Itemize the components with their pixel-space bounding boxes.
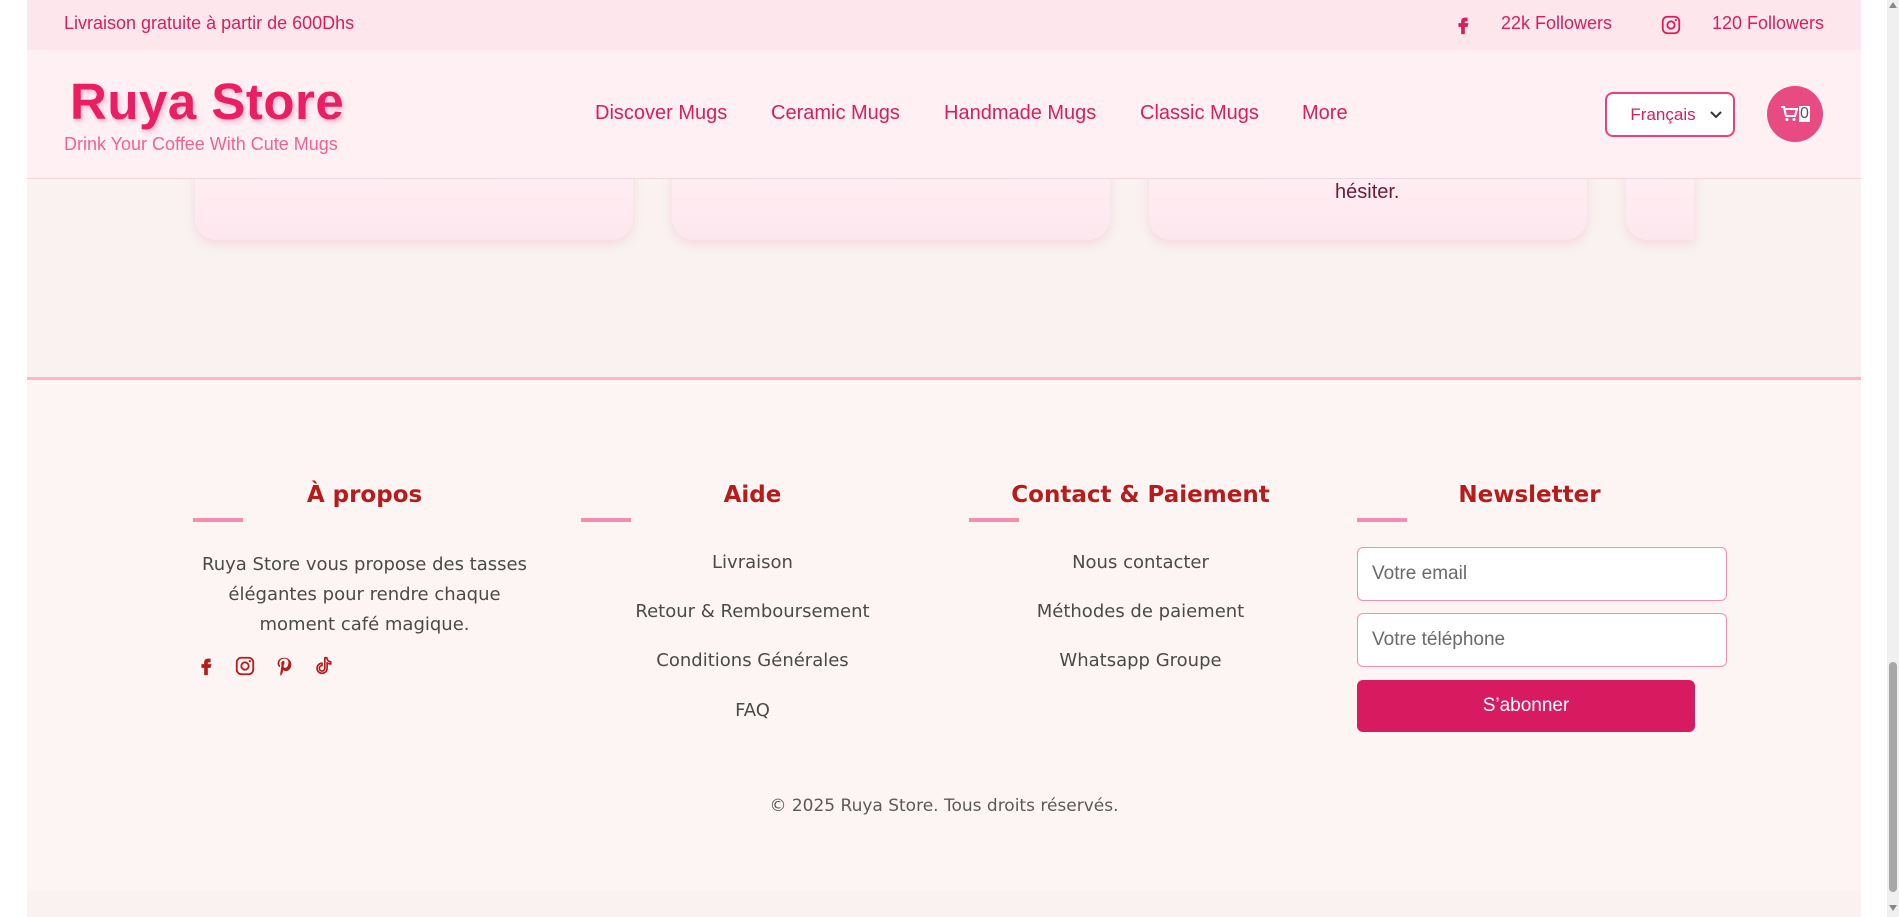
contact-title: Contact & Paiement: [1011, 482, 1270, 508]
cart-button[interactable]: 0: [1767, 86, 1823, 142]
page-right-margin: [1861, 0, 1887, 917]
pinterest-icon[interactable]: [273, 655, 295, 677]
nav-classic-mugs[interactable]: Classic Mugs: [1140, 102, 1259, 125]
nav-more[interactable]: More: [1302, 102, 1348, 125]
facebook-followers[interactable]: 22k Followers: [1501, 13, 1612, 34]
link-faq[interactable]: FAQ: [580, 700, 925, 721]
subscribe-button[interactable]: S’abonner: [1357, 680, 1695, 732]
language-selected: Français: [1630, 104, 1696, 124]
link-whatsapp-groupe[interactable]: Whatsapp Groupe: [968, 650, 1313, 671]
title-accent-bar: [581, 518, 631, 522]
card-text: hésiter.: [1335, 181, 1400, 203]
logo-tagline: Drink Your Coffee With Cute Mugs: [64, 134, 338, 154]
tiktok-icon[interactable]: [312, 655, 334, 677]
logo-title[interactable]: Ruya Store: [70, 72, 344, 131]
scroll-down-arrow-icon[interactable]: [1889, 905, 1897, 911]
about-title: À propos: [306, 482, 423, 508]
phone-field[interactable]: Votre téléphone: [1357, 613, 1727, 667]
chevron-down-icon: [1710, 111, 1722, 119]
site-footer: À propos Ruya Store vous propose des tas…: [27, 380, 1861, 891]
scroll-up-arrow-icon[interactable]: [1889, 2, 1897, 8]
announcement-bar: Livraison gratuite à partir de 600Dhs 22…: [27, 0, 1861, 50]
scroll-thumb[interactable]: [1889, 662, 1897, 892]
title-accent-bar: [969, 518, 1019, 522]
page-scrollbar[interactable]: [1887, 0, 1899, 917]
page-viewport: Livraison gratuite à partir de 600Dhs 22…: [0, 0, 1887, 917]
instagram-icon[interactable]: [1660, 14, 1682, 36]
nav-handmade-mugs[interactable]: Handmade Mugs: [944, 102, 1096, 125]
free-shipping-promo: Livraison gratuite à partir de 600Dhs: [64, 13, 355, 33]
cart-icon: [1781, 106, 1799, 121]
nav-discover-mugs[interactable]: Discover Mugs: [595, 102, 727, 125]
nav-ceramic-mugs[interactable]: Ceramic Mugs: [771, 102, 900, 125]
link-conditions-generales[interactable]: Conditions Générales: [580, 650, 925, 671]
help-title: Aide: [723, 482, 782, 508]
language-select[interactable]: Français: [1605, 92, 1735, 137]
site-header: Ruya Store Drink Your Coffee With Cute M…: [27, 50, 1861, 179]
about-text: Ruya Store vous propose des tasses éléga…: [202, 554, 527, 635]
page-left-margin: [0, 0, 27, 917]
link-livraison[interactable]: Livraison: [580, 552, 925, 573]
link-nous-contacter[interactable]: Nous contacter: [968, 552, 1313, 573]
link-retour-remboursement[interactable]: Retour & Remboursement: [580, 601, 925, 622]
title-accent-bar: [1357, 518, 1407, 522]
email-field[interactable]: Votre email: [1357, 547, 1727, 601]
title-accent-bar: [193, 518, 243, 522]
link-methodes-paiement[interactable]: Méthodes de paiement: [968, 601, 1313, 622]
instagram-followers[interactable]: 120 Followers: [1712, 13, 1824, 34]
facebook-icon[interactable]: [195, 655, 217, 677]
newsletter-title: Newsletter: [1458, 482, 1601, 508]
cart-count: 0: [1799, 105, 1810, 122]
facebook-icon[interactable]: [1452, 13, 1474, 37]
instagram-icon[interactable]: [234, 655, 256, 677]
copyright: © 2025 Ruya Store. Tous droits réservés.: [769, 796, 1119, 816]
